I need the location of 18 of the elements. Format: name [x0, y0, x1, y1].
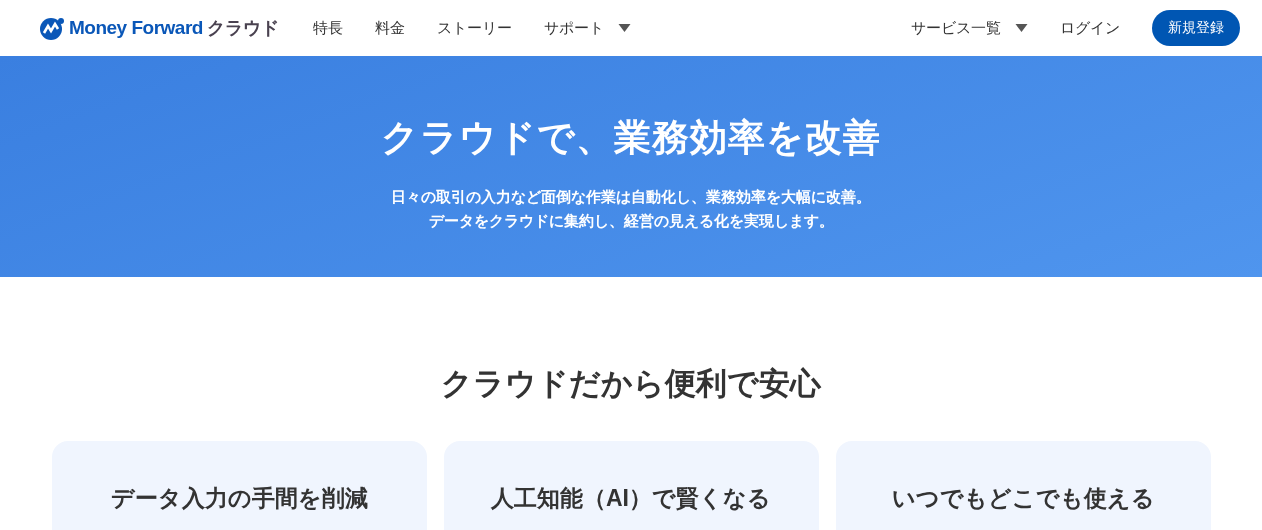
- nav-dropdown[interactable]: サポート: [543, 18, 631, 38]
- section-title: クラウドだから便利で安心: [441, 365, 821, 403]
- nav-link[interactable]: ログイン: [1060, 18, 1120, 38]
- nav-link[interactable]: ストーリー: [436, 18, 512, 38]
- nav-dropdown[interactable]: サービス一覧: [911, 18, 1028, 38]
- brand-name: Money Forward: [69, 17, 203, 39]
- signup-button[interactable]: 新規登録: [1152, 10, 1240, 46]
- caret-icon: [1015, 24, 1028, 32]
- logo-icon: [40, 16, 65, 40]
- hero-title: クラウドで、業務効率を改善: [381, 116, 881, 160]
- card-title: いつでもどこでも使える: [890, 484, 1156, 513]
- nav-link[interactable]: 料金: [374, 18, 405, 38]
- card-title: 人工知能（AI）で賢くなる: [490, 484, 772, 513]
- card-title: データ入力の手間を削減: [109, 484, 369, 513]
- caret-icon: [617, 24, 631, 32]
- product-name: クラウド: [206, 17, 279, 40]
- nav-link[interactable]: 特長: [312, 18, 343, 38]
- hero-description: 日々の取引の入力など面倒な作業は自動化し、業務効率を大幅に改善。 データをクラウドに集約し、経営の見える化を実現します。: [391, 187, 871, 231]
